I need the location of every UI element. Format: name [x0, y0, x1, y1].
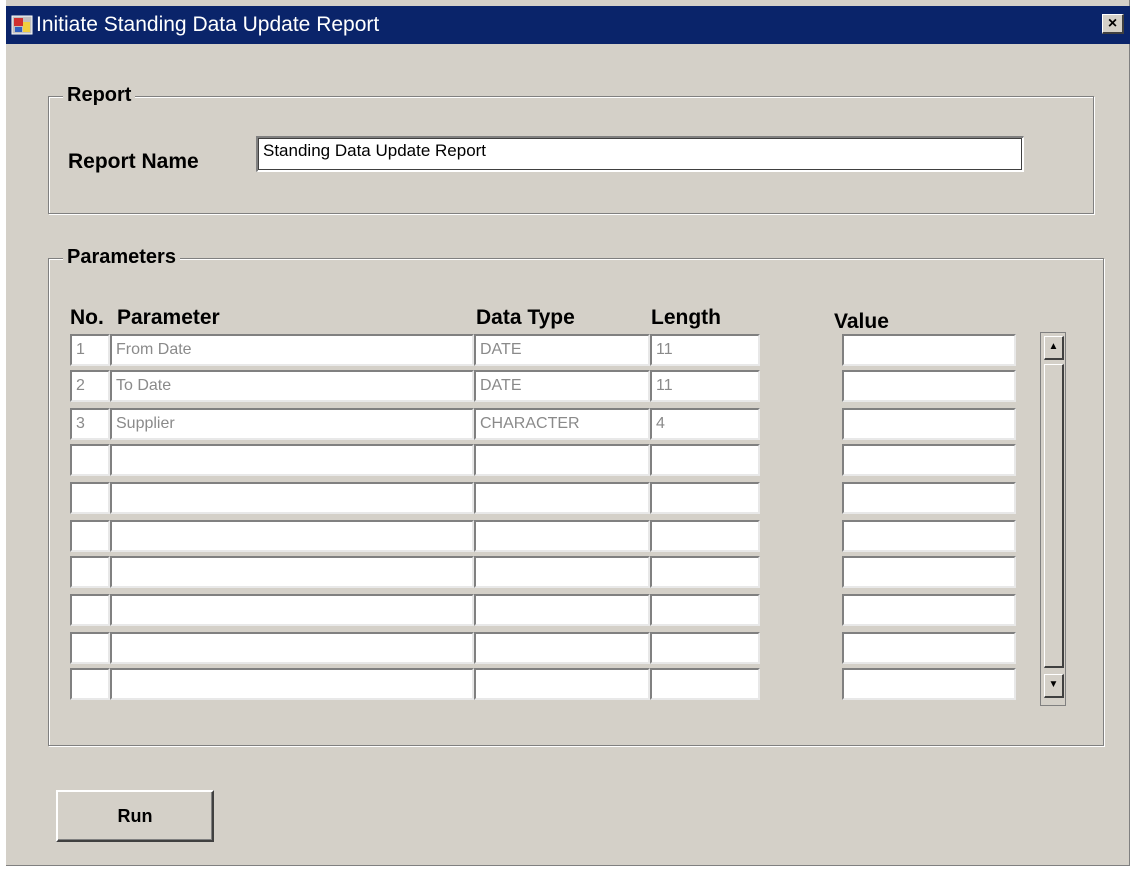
report-group-label: Report	[63, 83, 136, 107]
row-no-cell[interactable]: 1	[70, 334, 110, 366]
run-button-label: Run	[117, 806, 153, 826]
scrollbar-thumb[interactable]	[1044, 364, 1064, 668]
title-bar[interactable]: Initiate Standing Data Update Report ×	[6, 6, 1130, 44]
row-data-type-cell[interactable]	[474, 556, 650, 588]
row-parameter-cell[interactable]: To Date	[110, 370, 474, 402]
row-parameter-cell[interactable]	[110, 444, 474, 476]
row-data-type-cell[interactable]	[474, 632, 650, 664]
row-parameter-cell[interactable]	[110, 556, 474, 588]
col-header-value: Value	[834, 310, 889, 333]
row-no-cell[interactable]	[70, 482, 110, 514]
report-name-label: Report Name	[68, 150, 199, 173]
parameters-group-label: Parameters	[63, 245, 180, 269]
row-value-field[interactable]	[842, 556, 1016, 588]
row-parameter-cell[interactable]	[110, 482, 474, 514]
row-data-type-cell[interactable]	[474, 444, 650, 476]
row-value-field[interactable]	[842, 594, 1016, 626]
row-length-cell[interactable]	[650, 556, 760, 588]
scroll-up-icon: ▲	[1048, 341, 1059, 352]
row-no-cell[interactable]: 2	[70, 370, 110, 402]
row-data-type-cell[interactable]: DATE	[474, 334, 650, 366]
row-parameter-cell[interactable]	[110, 520, 474, 552]
row-length-cell[interactable]: 11	[650, 370, 760, 402]
row-data-type-cell[interactable]: DATE	[474, 370, 650, 402]
row-length-cell[interactable]	[650, 632, 760, 664]
app-window-icon	[10, 13, 34, 37]
close-icon: ×	[1107, 15, 1118, 32]
row-parameter-cell[interactable]	[110, 632, 474, 664]
window-title: Initiate Standing Data Update Report	[36, 13, 380, 36]
scroll-up-button[interactable]: ▲	[1044, 336, 1064, 360]
row-value-field[interactable]	[842, 482, 1016, 514]
report-dialog-window: Initiate Standing Data Update Report × R…	[6, 0, 1130, 866]
row-value-field[interactable]	[842, 632, 1016, 664]
row-value-field[interactable]	[842, 334, 1016, 366]
row-no-cell[interactable]	[70, 632, 110, 664]
row-value-field[interactable]	[842, 444, 1016, 476]
row-length-cell[interactable]: 4	[650, 408, 760, 440]
close-button[interactable]: ×	[1102, 14, 1124, 34]
row-length-cell[interactable]: 11	[650, 334, 760, 366]
scroll-down-button[interactable]: ▼	[1044, 674, 1064, 698]
row-length-cell[interactable]	[650, 482, 760, 514]
col-header-data-type: Data Type	[476, 306, 575, 329]
row-data-type-cell[interactable]	[474, 520, 650, 552]
row-parameter-cell[interactable]: Supplier	[110, 408, 474, 440]
row-value-field[interactable]	[842, 408, 1016, 440]
row-data-type-cell[interactable]	[474, 482, 650, 514]
row-value-field[interactable]	[842, 520, 1016, 552]
row-no-cell[interactable]	[70, 556, 110, 588]
row-parameter-cell[interactable]	[110, 668, 474, 700]
row-parameter-cell[interactable]: From Date	[110, 334, 474, 366]
col-header-parameter: Parameter	[117, 306, 220, 329]
row-value-field[interactable]	[842, 370, 1016, 402]
row-no-cell[interactable]	[70, 520, 110, 552]
row-data-type-cell[interactable]	[474, 594, 650, 626]
row-no-cell[interactable]	[70, 444, 110, 476]
row-length-cell[interactable]	[650, 520, 760, 552]
row-data-type-cell[interactable]	[474, 668, 650, 700]
row-data-type-cell[interactable]: CHARACTER	[474, 408, 650, 440]
row-length-cell[interactable]	[650, 594, 760, 626]
row-no-cell[interactable]	[70, 594, 110, 626]
report-name-field[interactable]: Standing Data Update Report	[256, 136, 1024, 172]
run-button[interactable]: Run	[56, 790, 214, 842]
row-length-cell[interactable]	[650, 668, 760, 700]
col-header-no: No.	[70, 306, 104, 329]
row-no-cell[interactable]	[70, 668, 110, 700]
scroll-down-icon: ▼	[1048, 679, 1059, 690]
row-parameter-cell[interactable]	[110, 594, 474, 626]
row-no-cell[interactable]: 3	[70, 408, 110, 440]
col-header-length: Length	[651, 306, 721, 329]
row-length-cell[interactable]	[650, 444, 760, 476]
row-value-field[interactable]	[842, 668, 1016, 700]
